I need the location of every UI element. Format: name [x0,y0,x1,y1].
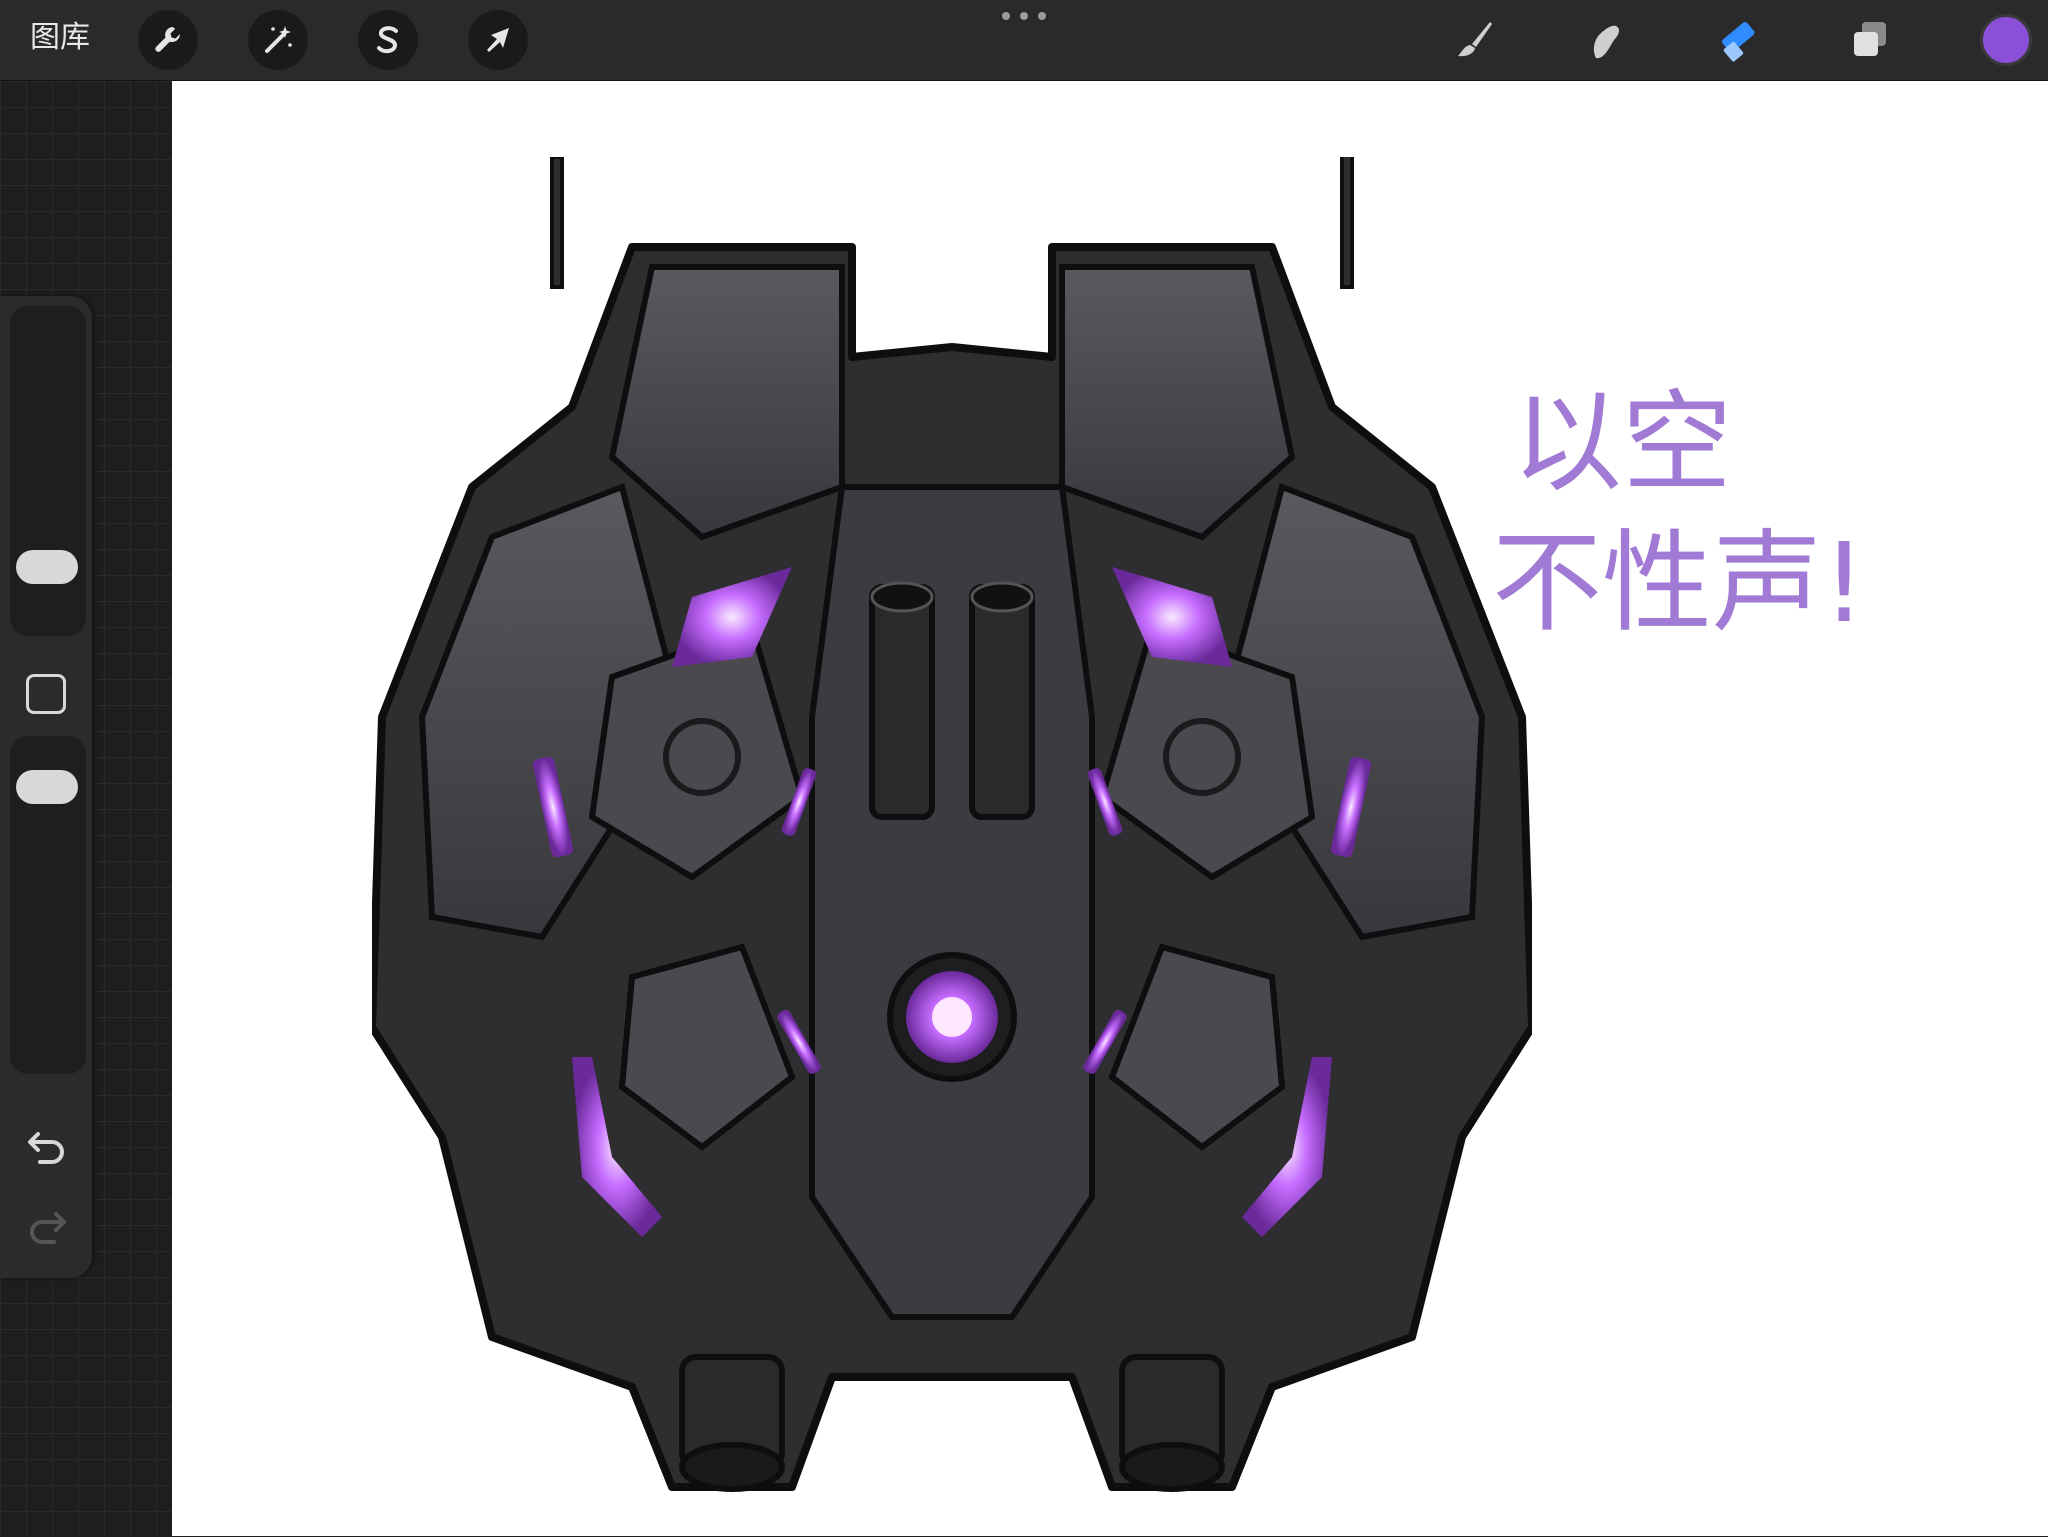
dot [1038,12,1046,20]
eraser-tool-button[interactable] [1710,12,1766,68]
layers-button[interactable] [1842,12,1898,68]
actions-button[interactable] [138,10,198,70]
smudge-tool-button[interactable] [1578,12,1634,68]
smudge-icon [1593,25,1620,59]
arrow-cursor-icon [487,28,509,52]
redo-icon [30,1212,66,1244]
dot [1002,12,1010,20]
eraser-icon [1722,21,1755,62]
note-line-1: 以空不性声! [1492,379,1866,647]
magic-wand-icon [265,26,292,53]
gallery-button[interactable]: 图库 [30,18,90,58]
selection-s-icon [377,26,398,54]
brush-tool-button[interactable] [1446,12,1502,68]
wrench-icon [155,27,181,52]
note-line-1: 以空 [1512,379,1732,507]
brush-icon [1458,22,1492,57]
handwritten-note: 以空不性声! [1492,379,1866,647]
layers-icon [1854,22,1886,56]
note-line-2: 不性声! [1492,519,1866,647]
redo-button[interactable] [24,1204,70,1244]
top-toolbar: 图库 [0,0,2048,81]
more-options-handle[interactable] [1002,10,1046,22]
dot [1020,12,1028,20]
adjustments-button[interactable] [248,10,308,70]
drawing-canvas[interactable]: 以空不性声! [172,81,2048,1536]
brush-size-thumb[interactable] [16,550,78,584]
sidebar [0,296,92,1278]
transform-button[interactable] [468,10,528,70]
undo-button[interactable] [24,1124,70,1164]
undo-icon [28,1132,64,1164]
selection-button[interactable] [358,10,418,70]
brush-size-slider[interactable] [10,306,86,636]
color-picker-button[interactable] [1980,14,2032,66]
spaceship-artwork [372,157,1532,1492]
opacity-slider[interactable] [10,736,86,1074]
modify-button[interactable] [26,674,66,714]
opacity-thumb[interactable] [16,770,78,804]
